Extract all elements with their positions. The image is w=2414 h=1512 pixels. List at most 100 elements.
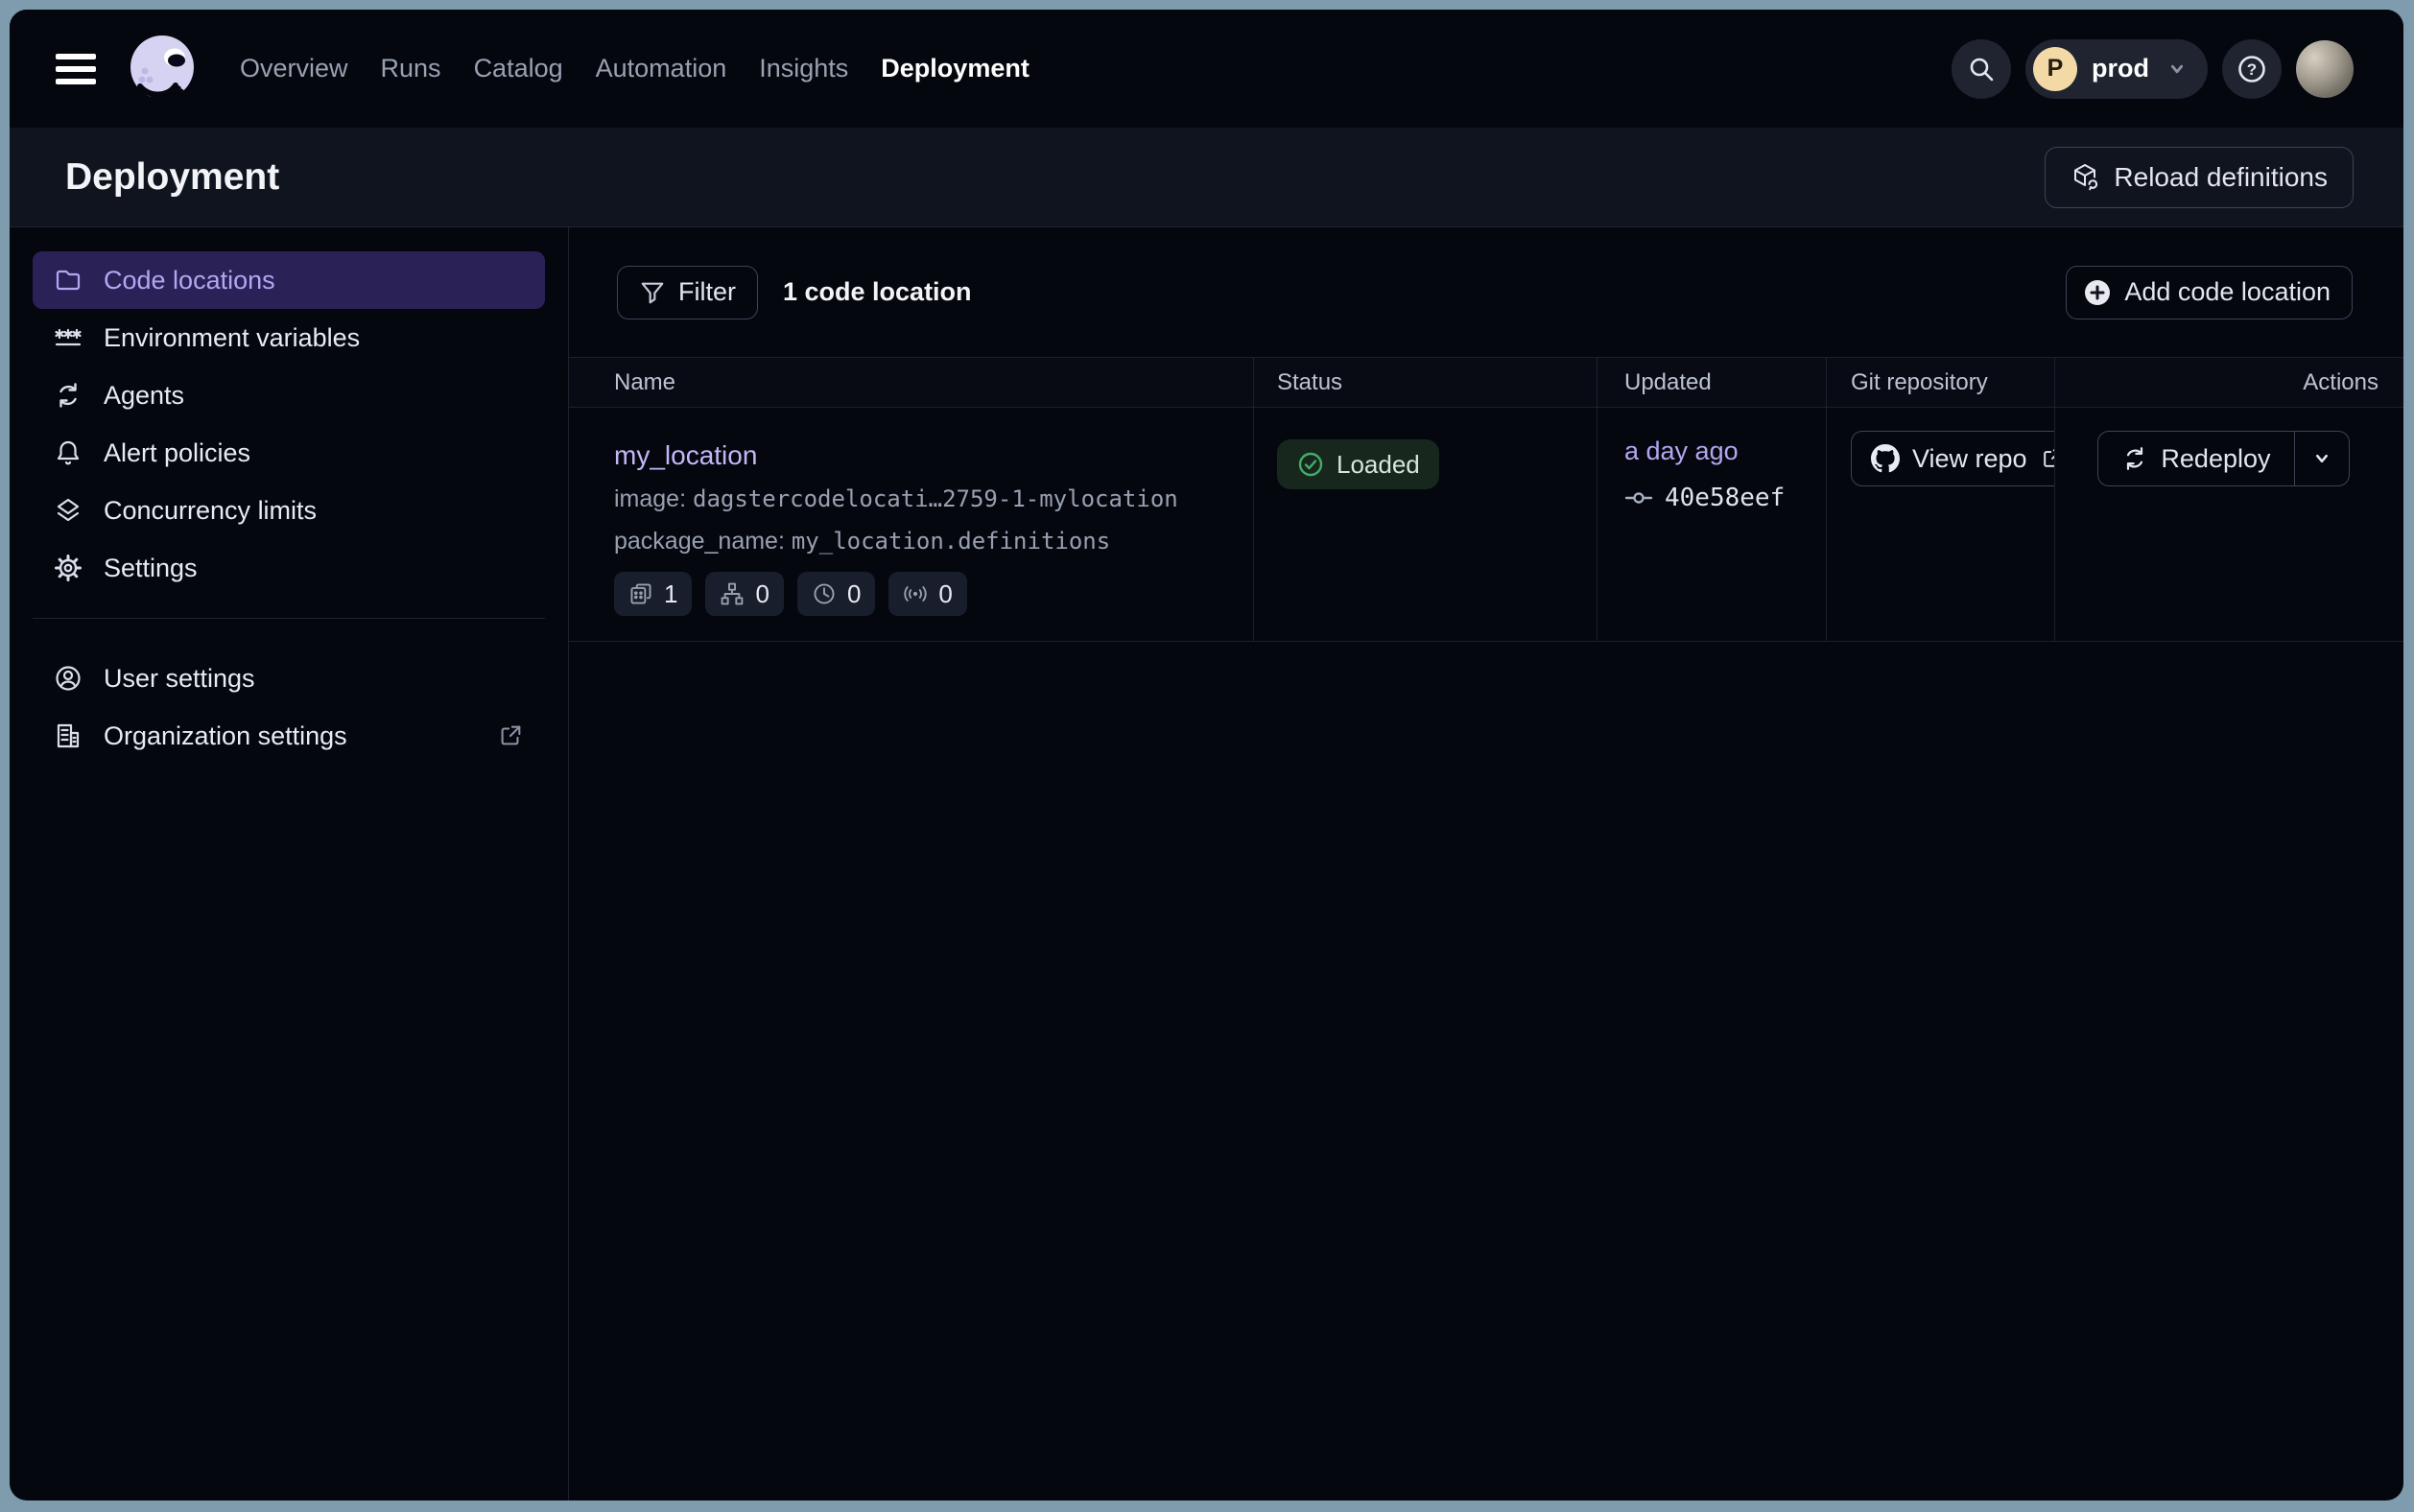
redeploy-label: Redeploy <box>2161 444 2270 474</box>
sidebar-item-label: Code locations <box>104 266 275 295</box>
definition-count-badges: 1 <box>614 572 1224 616</box>
filter-button[interactable]: Filter <box>617 266 758 319</box>
filter-button-label: Filter <box>678 277 736 307</box>
user-circle-icon <box>54 664 83 693</box>
help-button[interactable]: ? <box>2222 39 2282 99</box>
graph-schema-icon <box>720 581 745 606</box>
package-meta: package_name: my_location.definitions <box>614 528 1224 555</box>
user-avatar[interactable] <box>2296 40 2354 98</box>
hamburger-menu-icon[interactable] <box>56 54 96 84</box>
funnel-icon <box>639 279 666 306</box>
sidebar-divider <box>33 618 545 619</box>
sidebar-item-concurrency-limits[interactable]: Concurrency limits <box>33 482 545 539</box>
refresh-icon <box>2121 445 2148 472</box>
nav-item-deployment[interactable]: Deployment <box>881 54 1030 83</box>
jobs-count-badge: 1 <box>614 572 692 616</box>
updated-time-link[interactable]: a day ago <box>1624 437 1739 466</box>
status-label: Loaded <box>1337 450 1420 480</box>
github-icon <box>1871 444 1900 473</box>
sidebar-item-settings[interactable]: Settings <box>33 539 545 597</box>
image-meta: image: dagstercodelocati…2759-1-mylocati… <box>614 485 1224 513</box>
column-header-updated: Updated <box>1597 358 1826 407</box>
redeploy-split-button: Redeploy <box>2097 431 2350 486</box>
layers-icon <box>54 496 83 525</box>
view-repo-button[interactable]: View repo <box>1851 431 2054 486</box>
sidebar-item-agents[interactable]: Agents <box>33 366 545 424</box>
sensors-count-badge: 0 <box>888 572 966 616</box>
column-header-git-repository: Git repository <box>1826 358 2054 407</box>
sidebar-item-environment-variables[interactable]: Environment variables <box>33 309 545 366</box>
help-icon: ? <box>2236 53 2268 85</box>
primary-nav: Overview Runs Catalog Automation Insight… <box>240 54 1030 83</box>
asterisks-icon <box>54 323 83 352</box>
page-header: Deployment Reload definitions <box>10 128 2403 227</box>
building-icon <box>54 721 83 750</box>
chevron-down-icon <box>2308 445 2335 472</box>
deployment-switcher[interactable]: P prod <box>2025 39 2208 99</box>
redeploy-more-button[interactable] <box>2295 432 2349 485</box>
sync-arrows-icon <box>54 381 83 410</box>
deployment-name: prod <box>2092 54 2149 83</box>
code-location-name-link[interactable]: my_location <box>614 440 757 471</box>
external-link-icon <box>497 722 524 749</box>
sidebar-item-code-locations[interactable]: Code locations <box>33 251 545 309</box>
external-link-icon <box>2040 446 2054 471</box>
cube-reload-icon <box>2071 162 2101 193</box>
bell-icon <box>54 438 83 467</box>
folder-icon <box>54 266 83 295</box>
commit-hash: 40e58eef <box>1665 484 1785 512</box>
add-code-location-button[interactable]: Add code location <box>2066 266 2353 319</box>
sensor-signal-icon <box>903 581 928 606</box>
commit-row: 40e58eef <box>1624 484 1826 512</box>
status-badge: Loaded <box>1277 439 1439 489</box>
page-title: Deployment <box>65 156 279 199</box>
sidebar-item-label: Concurrency limits <box>104 496 317 526</box>
sidebar-item-alert-policies[interactable]: Alert policies <box>33 424 545 482</box>
sidebar-item-label: Environment variables <box>104 323 360 353</box>
code-location-count: 1 code location <box>783 277 972 307</box>
code-locations-toolbar: Filter 1 code location Add code location <box>569 227 2403 357</box>
table-row: my_location image: dagstercodelocati…275… <box>569 408 2403 642</box>
app-window: Overview Runs Catalog Automation Insight… <box>10 10 2403 1500</box>
chevron-down-icon <box>2164 56 2190 83</box>
check-circle-icon <box>1296 450 1325 479</box>
sidebar-item-label: Agents <box>104 381 184 411</box>
table-header-row: Name Status Updated Git repository Actio… <box>569 358 2403 408</box>
column-header-status: Status <box>1253 358 1597 407</box>
redeploy-button[interactable]: Redeploy <box>2098 432 2293 485</box>
sidebar-item-user-settings[interactable]: User settings <box>33 650 545 707</box>
search-icon <box>1966 54 1997 84</box>
code-locations-table: Name Status Updated Git repository Actio… <box>569 357 2403 642</box>
git-commit-icon <box>1624 484 1653 512</box>
column-header-name: Name <box>569 358 1253 407</box>
svg-text:?: ? <box>2247 60 2257 79</box>
top-nav-right: P prod ? <box>1952 39 2354 99</box>
deployment-initial-badge: P <box>2033 47 2077 91</box>
nav-item-automation[interactable]: Automation <box>596 54 727 83</box>
nav-item-insights[interactable]: Insights <box>759 54 848 83</box>
reload-definitions-label: Reload definitions <box>2114 162 2328 193</box>
reload-definitions-button[interactable]: Reload definitions <box>2045 147 2354 208</box>
top-nav: Overview Runs Catalog Automation Insight… <box>10 10 2403 128</box>
graphs-count-badge: 0 <box>705 572 783 616</box>
clock-icon <box>812 581 837 606</box>
sidebar-item-organization-settings[interactable]: Organization settings <box>33 707 545 765</box>
schedules-count-badge: 0 <box>797 572 875 616</box>
dagster-logo[interactable] <box>125 32 200 106</box>
jobs-sheets-icon <box>628 581 653 606</box>
code-locations-panel: Filter 1 code location Add code location <box>569 227 2403 1500</box>
plus-circle-icon <box>2082 277 2113 308</box>
search-button[interactable] <box>1952 39 2011 99</box>
deployment-sidebar: Code locations Environment variables <box>10 227 569 1500</box>
sidebar-item-label: Alert policies <box>104 438 250 468</box>
sidebar-item-label: Organization settings <box>104 721 347 751</box>
sidebar-item-label: User settings <box>104 664 255 694</box>
nav-item-overview[interactable]: Overview <box>240 54 348 83</box>
add-code-location-label: Add code location <box>2124 277 2331 307</box>
gear-icon <box>54 554 83 582</box>
column-header-actions: Actions <box>2054 358 2403 407</box>
view-repo-label: View repo <box>1912 444 2027 474</box>
nav-item-catalog[interactable]: Catalog <box>474 54 563 83</box>
nav-item-runs[interactable]: Runs <box>381 54 441 83</box>
sidebar-item-label: Settings <box>104 554 198 583</box>
